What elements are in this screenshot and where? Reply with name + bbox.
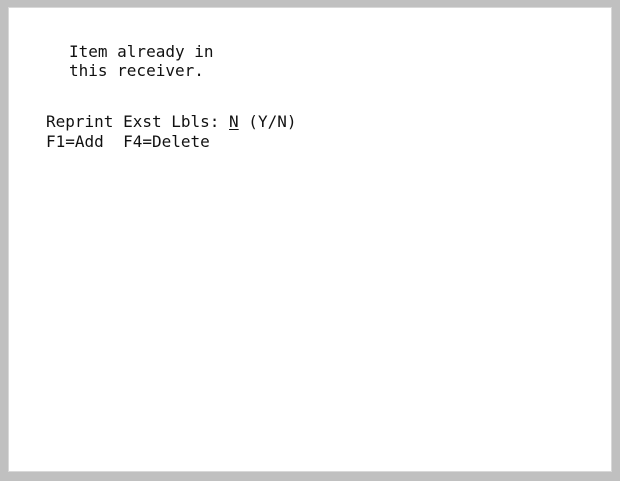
function-keys-line: F1=Add F4=Delete — [46, 132, 210, 152]
message-line-1: Item already in — [69, 42, 214, 61]
reprint-labels-prompt: Reprint Exst Lbls: N (Y/N) — [46, 112, 296, 132]
message-line-2: this receiver. — [69, 61, 204, 80]
reprint-labels-hint: (Y/N) — [238, 112, 297, 131]
terminal-screen: Item already in this receiver. Reprint E… — [8, 7, 612, 472]
reprint-labels-label: Reprint Exst Lbls: — [46, 112, 230, 131]
key-separator — [104, 132, 123, 151]
reprint-labels-input[interactable]: N — [229, 112, 239, 131]
terminal-frame: Item already in this receiver. Reprint E… — [0, 0, 620, 481]
f1-add-key[interactable]: F1=Add — [46, 132, 104, 151]
f4-delete-key[interactable]: F4=Delete — [123, 132, 210, 151]
